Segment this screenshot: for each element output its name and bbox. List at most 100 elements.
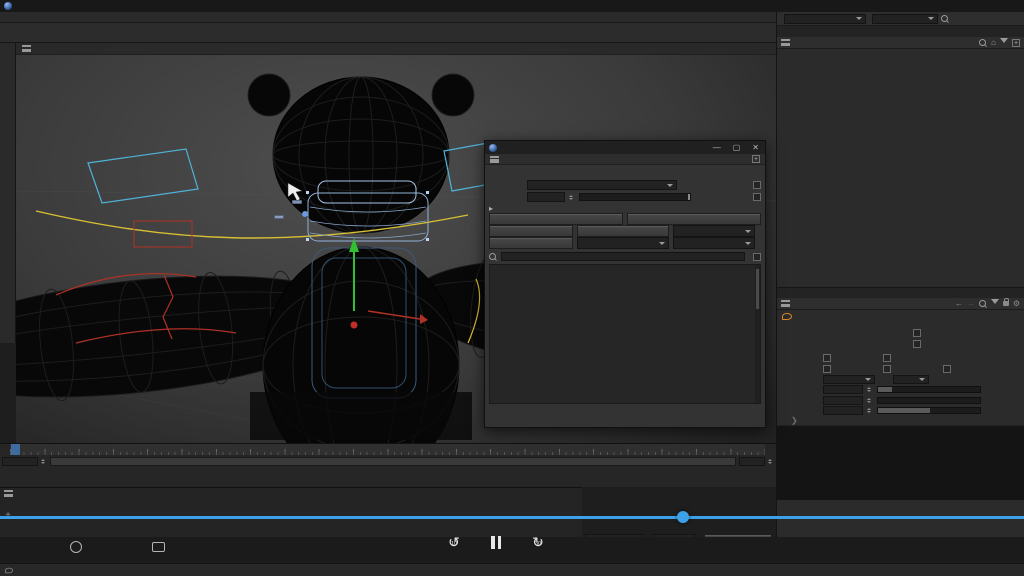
app-icon	[4, 2, 12, 10]
weight-manager-icon	[489, 144, 497, 152]
wm-joint-filter-input[interactable]	[501, 252, 745, 261]
wm-strength-field[interactable]	[527, 192, 565, 202]
forward-icon[interactable]: →	[967, 299, 975, 308]
rubber-checkbox[interactable]	[883, 365, 891, 373]
radius-spinner[interactable]	[867, 385, 873, 394]
wm-flipx-dropdown[interactable]	[673, 237, 755, 249]
wm-tree-scrollbar[interactable]	[755, 265, 760, 403]
wm-dock-icon[interactable]: +	[752, 155, 760, 163]
soft-strength-slider[interactable]	[877, 397, 981, 404]
width-field[interactable]	[823, 406, 863, 415]
soft-strength-spinner[interactable]	[867, 396, 873, 405]
wm-mirror-dropdown[interactable]	[577, 237, 669, 249]
surface-checkbox[interactable]	[823, 365, 831, 373]
wm-minimize-button[interactable]: —	[713, 143, 721, 152]
status-icon	[5, 567, 13, 573]
lasso-icon	[782, 313, 792, 320]
video-overlay-icon-left-1[interactable]	[70, 541, 82, 553]
pause-button[interactable]	[491, 536, 501, 549]
object-search-icon[interactable]	[979, 39, 987, 47]
enable-checkbox[interactable]	[823, 354, 831, 362]
wm-mode-dropdown[interactable]	[527, 180, 677, 190]
wm-link-dropper-checkbox[interactable]	[753, 193, 761, 201]
attr-menu-icon[interactable]	[781, 300, 790, 307]
soft-mode-dropdown[interactable]	[893, 375, 929, 384]
radius-field[interactable]	[823, 385, 863, 394]
wm-close-button[interactable]: ✕	[752, 143, 759, 152]
width-slider[interactable]	[877, 407, 981, 414]
wm-strength-spinner[interactable]	[569, 193, 575, 202]
wm-menu-icon[interactable]	[490, 156, 499, 163]
video-center-controls: ↺10 ↻30	[445, 534, 547, 551]
layout-dropdown[interactable]	[872, 14, 938, 24]
add-material-button[interactable]: +	[2, 510, 14, 534]
wm-zero-button[interactable]	[489, 225, 573, 237]
only-visible-checkbox[interactable]	[913, 340, 921, 348]
add-panel-icon[interactable]: +	[1012, 39, 1020, 47]
width-spinner[interactable]	[867, 406, 873, 415]
playback-controls	[0, 467, 776, 487]
attr-search-icon[interactable]	[979, 300, 987, 308]
material-menu-icon[interactable]	[4, 490, 13, 497]
rewind-10-button[interactable]: ↺10	[445, 534, 463, 551]
keystroke-overlay	[250, 392, 472, 440]
timeline-ruler[interactable]	[10, 444, 765, 455]
wm-normalize-button[interactable]	[489, 237, 573, 249]
weight-manager-titlebar[interactable]: — ▢ ✕	[485, 141, 765, 154]
wm-maximize-button[interactable]: ▢	[733, 143, 741, 152]
radius-slider[interactable]	[877, 386, 981, 393]
right-panel: ⌂ + ← → ⚙	[776, 12, 1024, 563]
viewport-menu	[16, 43, 776, 55]
timeline-range-slider[interactable]	[50, 457, 736, 466]
forward-30-button[interactable]: ↻30	[529, 534, 547, 551]
wm-search-icon	[489, 253, 497, 261]
timeline-playhead[interactable]	[11, 444, 20, 455]
weight-manager-tabs	[485, 165, 765, 177]
attr-gear-icon[interactable]: ⚙	[1013, 299, 1020, 308]
end-frame-spinner[interactable]	[768, 457, 774, 466]
main-toolbar	[0, 23, 776, 43]
node-space-dropdown[interactable]	[784, 14, 866, 24]
preview-checkbox[interactable]	[883, 354, 891, 362]
wm-replace-dropdown[interactable]	[673, 225, 755, 237]
end-frame-field[interactable]	[739, 457, 765, 466]
material-manager: +	[0, 487, 582, 537]
video-progress-knob[interactable]	[677, 511, 689, 523]
falloff-curve-chart[interactable]	[777, 425, 1024, 500]
filter-icon[interactable]	[1000, 38, 1008, 47]
falloff-dropdown[interactable]	[823, 375, 875, 384]
path-icon[interactable]: ⌂	[991, 38, 996, 47]
restrict-checkbox[interactable]	[943, 365, 951, 373]
weight-manager-window: — ▢ ✕ + ▸	[484, 140, 766, 428]
soft-strength-field[interactable]	[823, 396, 863, 405]
current-frame-field[interactable]	[2, 457, 38, 466]
attr-filter-icon[interactable]	[991, 299, 999, 308]
object-tree	[777, 49, 1024, 287]
weight-tooltip	[274, 215, 284, 219]
attribute-manager-tabs	[777, 287, 1024, 298]
title-bar	[0, 0, 1024, 12]
wm-clamping-expander[interactable]: ▸	[489, 204, 493, 213]
mode-palette	[0, 43, 16, 343]
timeline	[0, 443, 776, 467]
back-icon[interactable]: ←	[955, 299, 963, 308]
wm-lock-checkbox[interactable]	[753, 253, 761, 261]
wm-copy-button[interactable]	[577, 225, 669, 237]
video-overlay-icon-left-2[interactable]	[152, 542, 165, 552]
curve-expander[interactable]: ❯	[791, 416, 798, 425]
wm-apply-selected-button[interactable]	[627, 213, 761, 225]
wm-joints-tree	[489, 264, 761, 404]
tolerant-selection-checkbox[interactable]	[913, 329, 921, 337]
attr-lock-icon[interactable]	[1003, 301, 1009, 306]
status-bar	[0, 563, 1024, 576]
video-progress-bar[interactable]	[0, 516, 1024, 519]
wm-auto-normalize-checkbox[interactable]	[753, 181, 761, 189]
weight-manager-menu: +	[485, 154, 765, 165]
wm-strength-slider[interactable]	[579, 193, 691, 201]
viewport-menu-icon[interactable]	[22, 45, 31, 52]
layout-search-icon[interactable]	[941, 15, 949, 23]
object-manager-menu: ⌂ +	[777, 37, 1024, 49]
object-menu-icon[interactable]	[781, 39, 790, 46]
wm-apply-all-button[interactable]	[489, 213, 623, 225]
current-frame-spinner[interactable]	[41, 457, 47, 466]
